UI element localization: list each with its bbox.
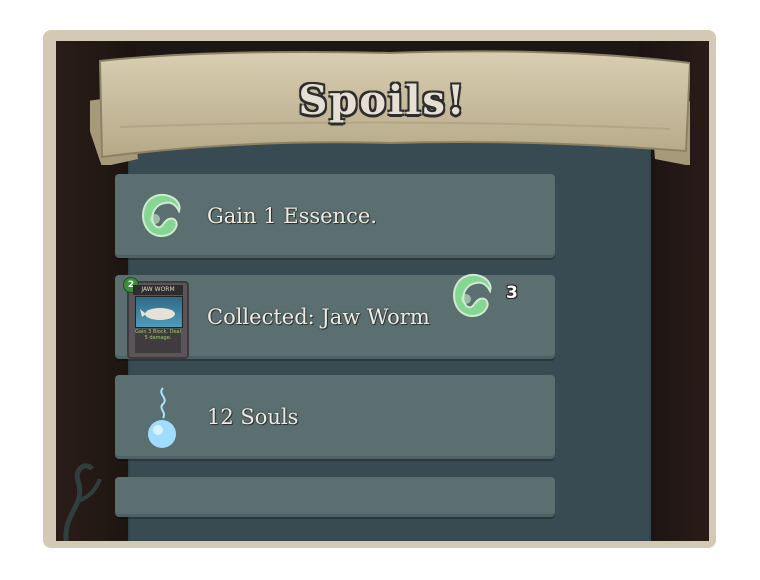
reward-label: Gain 1 Essence. (207, 204, 377, 228)
page-title: Spoils! (298, 77, 467, 124)
essence-icon (453, 273, 492, 317)
card-art (135, 296, 183, 328)
soul-icon (148, 387, 176, 448)
essence-icon (142, 193, 181, 237)
reward-row-partial[interactable] (115, 477, 555, 517)
reward-label: Collected: Jaw Worm (207, 305, 430, 329)
worm-icon (140, 308, 175, 320)
reward-row-card[interactable]: 2 JAW WORM Gain 3 Block. Deal 5 damage. … (115, 273, 555, 359)
card-thumbnail: 2 JAW WORM Gain 3 Block. Deal 5 damage. (123, 277, 189, 359)
reward-label: 12 Souls (207, 405, 299, 429)
vine-decoration-icon (63, 463, 102, 541)
essence-count: 3 (506, 283, 518, 303)
card-text: Gain 3 Block. Deal 5 damage. (135, 329, 181, 353)
reward-row-souls[interactable]: 12 Souls (115, 375, 555, 459)
reward-row-essence[interactable]: Gain 1 Essence. (115, 174, 555, 258)
card-name: JAW WORM (133, 285, 183, 295)
